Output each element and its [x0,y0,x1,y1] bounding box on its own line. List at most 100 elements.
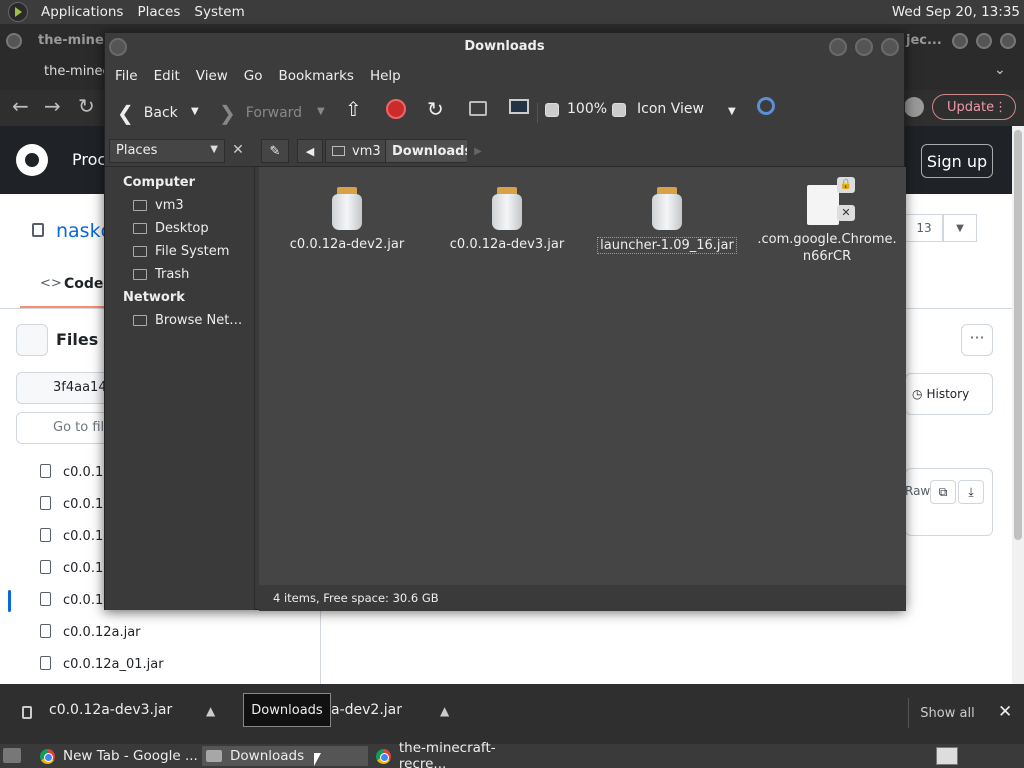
tab-search-icon[interactable]: ⌄ [994,62,1006,78]
breadcrumb-left-arrow-icon[interactable]: ◀ [297,139,323,163]
file-icon [40,496,51,510]
chrome-update-button[interactable]: Update ⋮ [932,94,1016,120]
menu-view[interactable]: View [188,68,236,84]
forward-history-dropdown-icon[interactable]: ▼ [317,106,325,117]
history-label: History [926,387,970,401]
breadcrumb-downloads[interactable]: Downloads [385,139,480,163]
taskbar-task-minecraft[interactable]: the-minecraft-recre... [372,740,542,768]
computer-icon[interactable] [509,99,529,114]
menu-go[interactable]: Go [236,68,271,84]
view-mode-selector[interactable]: Icon View [637,101,704,117]
stop-icon[interactable] [386,99,406,119]
window-maximize-icon[interactable] [976,33,992,49]
close-sidebar-icon[interactable]: ✕ [229,141,247,159]
branch-name: 3f4aa14 [53,380,107,395]
zoom-out-icon[interactable] [545,103,559,117]
product-menu[interactable]: Proc [72,150,106,169]
sidebar-item-trash[interactable]: Trash [133,267,189,282]
reload-icon[interactable]: ↻ [427,97,444,121]
download-options-chevron-icon[interactable]: ▲ [440,704,449,718]
view-mode-dropdown-icon[interactable]: ▼ [728,106,736,117]
show-desktop-icon[interactable] [3,748,21,763]
download-item-name[interactable]: a-dev2.jar [331,702,402,718]
forward-arrow-icon[interactable]: → [44,94,61,118]
home-folder-icon [133,200,147,211]
back-arrow-icon[interactable]: ← [12,94,29,118]
copy-icon[interactable]: ⧉ [930,480,956,504]
file-item[interactable]: 🔒 ✕ .com.google.Chrome. n66rCR [747,177,907,265]
applications-menu[interactable]: Applications [34,4,130,20]
clock[interactable]: Wed Sep 20, 13:35 [892,4,1020,20]
download-options-chevron-icon[interactable]: ▲ [206,704,215,718]
back-history-dropdown-icon[interactable]: ▼ [191,106,199,117]
up-arrow-icon[interactable]: ⇧ [345,97,362,121]
profile-avatar-icon[interactable] [904,97,924,117]
breadcrumb-right-arrow-icon[interactable]: ▶ [467,139,489,163]
file-tree-item[interactable]: c0.0.1 [40,560,103,576]
sidebar-item-browse-network[interactable]: Browse Net… [133,313,242,328]
sidebar-item-file-system[interactable]: File System [133,244,229,259]
sidebar-item-vm3[interactable]: vm3 [133,198,184,213]
search-icon[interactable] [757,97,775,115]
taskbar-task-downloads[interactable]: Downloads [202,746,368,766]
star-dropdown-icon[interactable]: ▼ [943,214,977,242]
home-icon[interactable] [469,101,487,116]
gnome-logo-icon[interactable] [8,2,28,22]
files-panel-toggle-icon[interactable] [16,324,48,356]
system-menu[interactable]: System [187,4,251,20]
github-logo-icon[interactable] [16,144,48,176]
chrome-tab-title-right[interactable]: jec... [906,33,942,48]
forward-button[interactable]: ❯ Forward [219,101,302,125]
file-manager-titlebar[interactable]: Downloads [105,33,904,61]
sidebar-item-desktop[interactable]: Desktop [133,221,209,236]
chrome-tab-title[interactable]: the-minec [38,33,111,48]
file-item-selected[interactable]: launcher-1.09_16.jar [587,187,747,254]
tab-code[interactable]: Code [64,276,103,292]
more-options-button[interactable]: ··· [961,324,993,356]
menu-bookmarks[interactable]: Bookmarks [271,68,362,84]
file-item[interactable]: c0.0.12a-dev2.jar [267,187,427,252]
raw-button[interactable]: Raw [905,484,930,498]
window-maximize-icon[interactable] [855,38,873,56]
star-count-badge[interactable]: 13 [905,214,943,242]
show-all-downloads-button[interactable]: Show all [908,698,986,728]
download-item-name[interactable]: c0.0.12a-dev3.jar [49,702,172,718]
file-item[interactable]: c0.0.12a-dev3.jar [427,187,587,252]
download-icon[interactable]: ⤓ [958,480,984,504]
taskbar-tooltip: Downloads [243,693,331,727]
file-tree-item[interactable]: c0.0.12a_01.jar [40,656,164,672]
file-tree-item-active[interactable]: c0.0.1 [40,592,103,608]
file-tree-item[interactable]: c0.0.1 [40,528,103,544]
file-tree-item[interactable]: c0.0.12a.jar [40,624,141,640]
menu-help[interactable]: Help [362,68,409,84]
reload-icon[interactable]: ↻ [78,94,95,118]
file-icon-view[interactable]: c0.0.12a-dev2.jar c0.0.12a-dev3.jar laun… [259,167,906,585]
window-minimize-icon[interactable] [952,33,968,49]
toggle-location-entry-icon[interactable]: ✎ [261,139,289,163]
sign-up-button[interactable]: Sign up [921,144,993,178]
zoom-in-icon[interactable] [612,103,626,117]
repo-owner-link[interactable]: naskc [56,220,111,242]
file-name: .com.google.Chrome. n66rCR [757,232,897,264]
menu-file[interactable]: File [107,68,146,84]
jar-icon [650,187,684,231]
menu-edit[interactable]: Edit [146,68,188,84]
page-scrollbar[interactable] [1012,126,1024,684]
status-bar: 4 items, Free space: 30.6 GB [259,585,906,611]
history-button[interactable]: ◷ History [905,373,993,415]
window-close-icon[interactable] [1000,33,1016,49]
workspace-switcher-icon[interactable] [936,747,958,765]
window-minimize-icon[interactable] [829,38,847,56]
scrollbar-thumb[interactable] [1014,130,1022,540]
close-downloads-bar-icon[interactable]: ✕ [998,702,1012,722]
sidebar-type-dropdown[interactable]: Places ▼ [109,139,225,163]
window-menu-icon[interactable] [109,38,127,56]
file-tree-item[interactable]: c0.0.1 [40,496,103,512]
places-menu[interactable]: Places [130,4,187,20]
back-button[interactable]: ❮ Back [117,101,178,125]
window-control-icon[interactable] [6,33,22,49]
window-close-icon[interactable] [881,38,899,56]
breadcrumb-vm3[interactable]: vm3 [325,139,388,163]
taskbar-task-new-tab[interactable]: New Tab - Google ... [36,746,198,766]
file-tree-item[interactable]: c0.0.1 [40,464,103,480]
